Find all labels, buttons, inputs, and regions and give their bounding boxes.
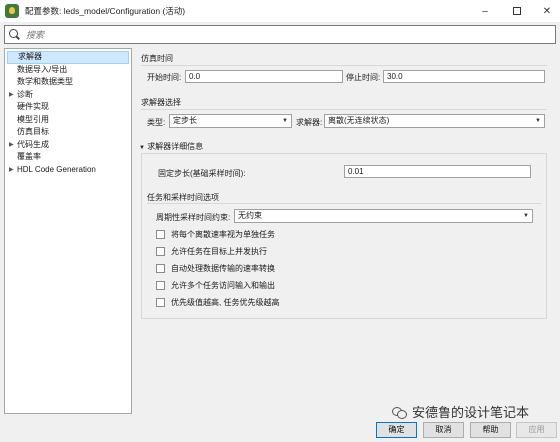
solver-type-value: 定步长 xyxy=(173,116,197,125)
nav-item-coverage[interactable]: 覆盖率 xyxy=(5,151,131,164)
nav-item-diagnostics[interactable]: ▶ 诊断 xyxy=(5,89,131,102)
nav-item-code-generation[interactable]: ▶ 代码生成 xyxy=(5,139,131,152)
title-bar: 配置参数: leds_model/Configuration (活动) – ✕ xyxy=(0,0,560,22)
nav-item-model-referencing[interactable]: 模型引用 xyxy=(5,114,131,127)
maximize-button[interactable] xyxy=(502,0,532,22)
nav-item-math-data-types[interactable]: 数学和数据类型 xyxy=(5,76,131,89)
periodic-constraint-value: 无约束 xyxy=(238,211,262,220)
expand-arrow-icon[interactable]: ▶ xyxy=(9,139,14,152)
watermark: 安德鲁的设计笔记本 xyxy=(392,402,529,421)
stop-time-label: 停止时间: xyxy=(346,73,381,82)
wechat-icon xyxy=(392,406,407,419)
window-title: 配置参数: leds_model/Configuration (活动) xyxy=(25,6,186,16)
nav-item-label: 覆盖率 xyxy=(17,152,41,161)
category-tree: 求解器 数据导入/导出 数学和数据类型 ▶ 诊断 硬件实现 模型引用 仿真目标 ▶… xyxy=(4,48,132,414)
solver-settings-panel: 仿真时间 开始时间: 0.0 停止时间: 30.0 求解器选择 类型: 定步长 … xyxy=(138,48,556,414)
option-concurrent-tasks[interactable]: 允许任务在目标上并发执行 xyxy=(156,246,267,257)
apply-button[interactable]: 应用 xyxy=(516,422,557,438)
dropdown-arrow-icon: ▼ xyxy=(282,118,288,124)
solver-dropdown[interactable]: 离散(无连续状态) ▼ xyxy=(324,114,545,128)
nav-item-label: 仿真目标 xyxy=(17,127,49,136)
nav-item-label: 代码生成 xyxy=(17,139,49,149)
stop-time-input[interactable]: 30.0 xyxy=(383,70,545,83)
cancel-button[interactable]: 取消 xyxy=(423,422,464,438)
close-button[interactable]: ✕ xyxy=(532,0,560,22)
nav-item-label: 求解器 xyxy=(18,52,42,61)
nav-item-label: 诊断 xyxy=(17,89,33,99)
solver-details-toggle[interactable]: ▼ 求解器详细信息 xyxy=(139,141,203,152)
dropdown-arrow-icon: ▼ xyxy=(535,118,541,124)
search-bar xyxy=(4,25,556,44)
nav-item-hardware-implementation[interactable]: 硬件实现 xyxy=(5,101,131,114)
nav-item-data-import-export[interactable]: 数据导入/导出 xyxy=(5,64,131,77)
minimize-button[interactable]: – xyxy=(470,0,500,22)
option-priority-order[interactable]: 优先级值越高, 任务优先级越高 xyxy=(156,297,279,308)
watermark-text: 安德鲁的设计笔记本 xyxy=(412,405,530,420)
ok-button[interactable]: 确定 xyxy=(376,422,417,438)
help-button[interactable]: 帮助 xyxy=(470,422,511,438)
checkbox-label: 将每个离散速率视为单独任务 xyxy=(171,230,275,239)
expand-arrow-icon[interactable]: ▶ xyxy=(9,89,14,102)
solver-label: 求解器: xyxy=(296,118,323,127)
periodic-constraint-dropdown[interactable]: 无约束 ▼ xyxy=(234,209,533,223)
section-divider xyxy=(141,109,547,110)
fixed-step-input[interactable]: 0.01 xyxy=(344,165,531,178)
nav-item-label: HDL Code Generation xyxy=(17,164,96,174)
option-treat-rates-as-tasks[interactable]: 将每个离散速率视为单独任务 xyxy=(156,229,275,240)
nav-item-hdl-code-generation[interactable]: ▶ HDL Code Generation xyxy=(5,164,131,177)
checkbox[interactable] xyxy=(156,230,165,239)
nav-item-label: 数学和数据类型 xyxy=(17,77,73,86)
nav-item-label: 硬件实现 xyxy=(17,102,49,111)
search-input[interactable] xyxy=(26,29,546,40)
checkbox[interactable] xyxy=(156,247,165,256)
simulink-app-icon xyxy=(5,4,19,18)
collapse-arrow-icon: ▼ xyxy=(139,145,145,151)
option-auto-rate-transition[interactable]: 自动处理数据传输的速率转换 xyxy=(156,263,275,274)
checkbox[interactable] xyxy=(156,264,165,273)
expand-arrow-icon[interactable]: ▶ xyxy=(9,164,14,177)
checkbox-label: 优先级值越高, 任务优先级越高 xyxy=(171,298,280,307)
sim-time-section-title: 仿真时间 xyxy=(141,54,173,63)
start-time-input[interactable]: 0.0 xyxy=(185,70,343,83)
option-multitask-io[interactable]: 允许多个任务访问输入和输出 xyxy=(156,280,275,291)
tasking-section-title: 任务和采样时间选项 xyxy=(147,193,219,202)
solver-selection-section-title: 求解器选择 xyxy=(141,98,181,107)
nav-item-label: 数据导入/导出 xyxy=(17,64,68,74)
nav-item-solver[interactable]: 求解器 xyxy=(7,51,129,64)
section-divider xyxy=(147,203,541,204)
start-time-label: 开始时间: xyxy=(147,73,182,82)
solver-type-dropdown[interactable]: 定步长 ▼ xyxy=(169,114,292,128)
checkbox[interactable] xyxy=(156,281,165,290)
search-icon xyxy=(8,28,20,41)
maximize-icon xyxy=(513,7,521,15)
nav-item-label: 模型引用 xyxy=(17,114,49,124)
checkbox-label: 允许任务在目标上并发执行 xyxy=(171,247,267,256)
solver-value: 离散(无连续状态) xyxy=(328,116,390,125)
checkbox-label: 允许多个任务访问输入和输出 xyxy=(171,281,275,290)
fixed-step-label: 固定步长(基础采样时间): xyxy=(158,169,246,178)
solver-details-section-title: 求解器详细信息 xyxy=(147,142,204,151)
checkbox-label: 自动处理数据传输的速率转换 xyxy=(171,264,275,273)
periodic-constraint-label: 周期性采样时间约束: xyxy=(156,213,231,222)
solver-type-label: 类型: xyxy=(147,118,166,127)
checkbox[interactable] xyxy=(156,298,165,307)
dropdown-arrow-icon: ▼ xyxy=(523,213,529,219)
section-divider xyxy=(141,65,547,66)
nav-item-simulation-target[interactable]: 仿真目标 xyxy=(5,126,131,139)
